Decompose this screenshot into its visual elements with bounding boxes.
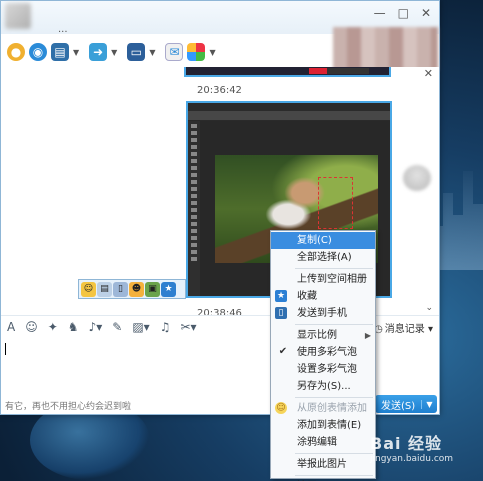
menu-item-save-as[interactable]: 另存为(S)... [271,378,375,395]
watermark-url: jingyan.baidu.com [370,454,454,464]
menu-divider [295,453,373,454]
menu-item-label: 发送到手机 [297,308,347,319]
voice-message-icon[interactable]: ♪▾ [89,320,103,334]
chevron-down-icon[interactable]: ▼ [111,48,117,57]
minimize-button[interactable]: — [374,5,386,21]
menu-item-favorite[interactable]: ★ 收藏 [271,288,375,305]
menu-item-set-bubble[interactable]: 设置多彩气泡 [271,361,375,378]
send-options-arrow[interactable]: ▼ [421,399,437,409]
music-icon[interactable]: ♫ [160,320,171,334]
emoji-face-icon: ☺ [275,402,287,414]
chevron-down-icon[interactable]: ▼ [149,48,155,57]
blurred-contact-info [333,27,438,71]
image-tools-bar: ☺ ▤ ▯ ☻ ▣ ★ [78,279,186,299]
menu-item-copy[interactable]: 复制(C) [271,232,375,249]
video-camera-icon[interactable]: ◉ [29,43,47,61]
font-icon[interactable]: A [7,320,15,334]
text-caret [5,343,6,355]
menu-divider [295,475,373,476]
menu-item-doodle-edit[interactable]: 涂鸦编辑 [271,434,375,451]
document-icon[interactable]: ▤ [97,281,112,297]
menu-divider [295,268,373,269]
smiley-icon[interactable]: ☻ [129,281,144,297]
menu-item-upload-album[interactable]: 上传到空间相册 [271,271,375,288]
ps-menu-bar [188,103,390,111]
picture-icon[interactable]: ▣ [145,281,160,297]
tip-text: 有它，再也不用担心约会迟到啦 [5,402,132,412]
menu-item-report-image[interactable]: 举报此图片 [271,456,375,473]
send-label: 发送(S) [381,400,416,412]
message-history-button[interactable]: ◷ 消息记录 ▾ [374,320,433,335]
menu-item-send-to-phone[interactable]: ▯ 发送到手机 [271,305,375,322]
image-icon[interactable]: ▨▾ [132,320,149,334]
close-icon[interactable]: ✕ [424,67,433,80]
menu-item-label: 收藏 [297,291,317,302]
chevron-down-icon[interactable]: ▼ [209,48,215,57]
baidu-watermark: Bai 经验 jingyan.baidu.com [370,430,480,478]
edit-icon[interactable]: ✎ [112,320,122,334]
remote-desktop-icon[interactable]: ▭ [127,43,146,61]
maximize-button[interactable]: □ [398,5,409,21]
menu-item-select-all[interactable]: 全部选择(A) [271,249,375,266]
emoji-icon[interactable]: ☺ [81,281,96,297]
microphone-icon[interactable]: ● [7,43,25,61]
previous-image-message[interactable] [184,67,391,77]
favorite-star-icon: ★ [275,290,287,302]
menu-item-add-original-emoji: ☺ 从原创表情添加 [271,400,375,417]
menu-item-label: 显示比例 [297,330,337,341]
checkmark-icon: ✔ [278,346,288,357]
phone-icon: ▯ [275,307,287,319]
menu-item-add-to-emoji[interactable]: 添加到表情(E) [271,417,375,434]
context-menu: 复制(C) 全部选择(A) 上传到空间相册 ★ 收藏 ▯ 发送到手机 显示比例 ▶ ✔… [270,230,376,479]
menu-divider [295,397,373,398]
menu-item-label: 使用多彩气泡 [297,347,357,358]
menu-item-label: 上传到空间相册 [297,274,367,285]
phone-icon[interactable]: ▯ [113,281,128,297]
send-file-icon[interactable]: ➜ [89,43,108,61]
city-silhouette [433,171,483,270]
apps-icon[interactable] [187,43,206,61]
menu-divider [295,324,373,325]
magic-wand-icon[interactable]: ✦ [48,320,58,334]
scissors-icon[interactable]: ✂▾ [180,320,196,334]
menu-item-label: 复制(C) [297,235,332,246]
favorite-star-icon[interactable]: ★ [161,281,176,297]
menu-item-label: 涂鸦编辑 [297,437,337,448]
submenu-arrow-icon: ▶ [364,331,371,340]
menu-item-label: 从原创表情添加 [297,403,367,414]
contact-avatar[interactable] [5,3,31,29]
watermark-main: Bai 经验 [370,434,443,453]
shake-icon[interactable]: ♞ [68,320,79,334]
send-button[interactable]: 发送(S) ▼ [375,395,437,413]
ps-toolbox [188,121,200,296]
chevron-down-icon[interactable]: ▼ [73,48,79,57]
ps-options-bar [188,111,390,121]
message-history-label: 消息记录 [384,324,425,335]
message-icon[interactable]: ✉ [165,43,184,61]
top-toolbar: ● ◉ ▤ ▼ ➜ ▼ ▭ ▼ ✉ ▼ [7,41,222,63]
menu-item-use-bubble[interactable]: ✔ 使用多彩气泡 [271,344,375,361]
menu-item-label: 全部选择(A) [297,252,352,263]
menu-item-label: 添加到表情(E) [297,420,362,431]
self-avatar[interactable] [403,165,431,191]
menu-item-display-ratio[interactable]: 显示比例 ▶ [271,327,375,344]
scroll-down-icon[interactable]: ⌄ [425,303,433,313]
emoji-icon[interactable]: ☺ [25,320,38,334]
selection-frame [318,177,353,229]
menu-item-label: 另存为(S)... [297,381,351,392]
share-screen-icon[interactable]: ▤ [51,43,69,61]
menu-item-label: 举报此图片 [297,459,347,470]
message-timestamp: 20:36:42 [197,85,242,96]
window-controls: — □ ✕ [374,5,431,21]
contact-name: ... [58,24,68,35]
close-button[interactable]: ✕ [421,5,431,21]
menu-item-label: 设置多彩气泡 [297,364,357,375]
